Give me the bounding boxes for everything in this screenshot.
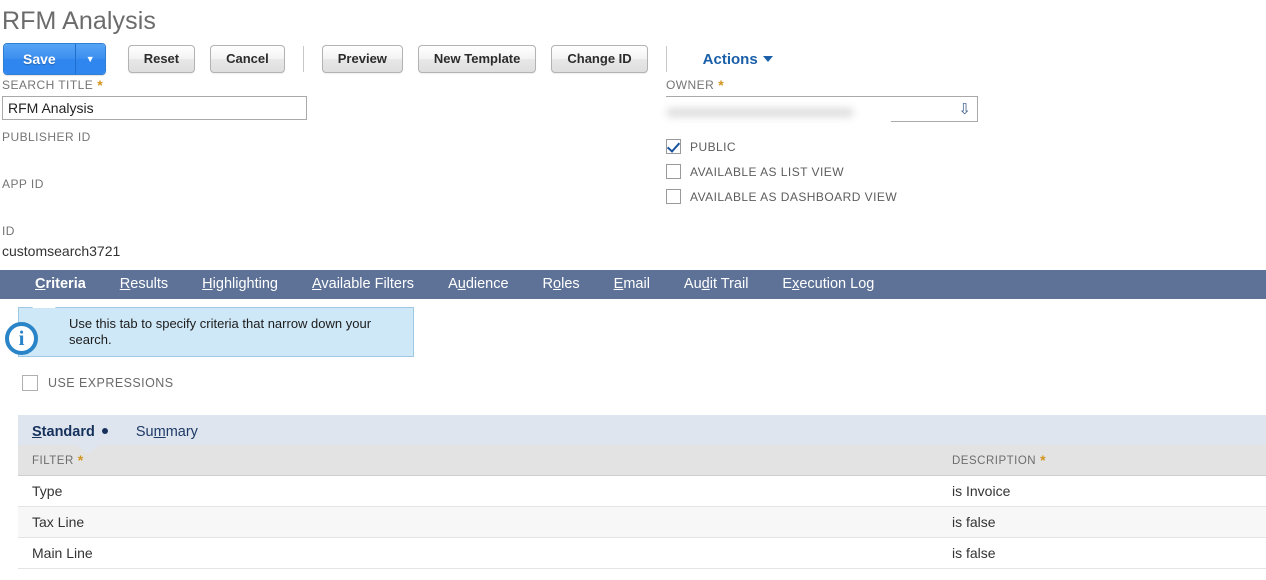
criteria-filters-table: FILTER * DESCRIPTION * Type is Invoice Tax… (18, 445, 1266, 569)
tab-results[interactable]: Results (103, 270, 185, 299)
tooltip-pointer (32, 299, 56, 308)
column-header-filter: FILTER * (18, 445, 938, 476)
table-row[interactable]: Tax Line is false (18, 506, 1266, 538)
info-icon: i (5, 322, 38, 355)
caret-down-icon: ▼ (85, 54, 95, 64)
subtab-summary[interactable]: Summary (122, 424, 212, 445)
available-as-list-view-label[interactable]: AVAILABLE AS LIST VIEW (690, 165, 844, 179)
field-owner: OWNER * ⇩ (655, 77, 1226, 127)
chevron-double-down-icon: ⇩ (958, 101, 971, 118)
search-title-input[interactable] (2, 96, 307, 120)
required-indicator: * (77, 452, 84, 468)
app-id-label: APP ID (2, 177, 44, 191)
change-id-button[interactable]: Change ID (551, 45, 648, 73)
field-id: ID customsearch3721 (2, 224, 642, 261)
required-indicator: * (1040, 452, 1047, 468)
actions-label: Actions (702, 50, 758, 68)
main-tab-bar: Criteria Results Highlighting Available … (0, 270, 1266, 299)
required-indicator: * (718, 77, 725, 93)
tooltip-text: Use this tab to specify criteria that na… (69, 316, 372, 347)
use-expressions-label[interactable]: USE EXPRESSIONS (48, 376, 174, 390)
table-header-row: FILTER * DESCRIPTION * (18, 445, 1266, 476)
field-search-title: SEARCH TITLE * (2, 77, 642, 120)
checkbox-row-available-as-dashboard-view[interactable]: AVAILABLE AS DASHBOARD VIEW (666, 184, 1226, 209)
field-publisher-id: PUBLISHER ID (2, 130, 642, 167)
column-header-description-text: DESCRIPTION (952, 455, 1037, 467)
form-area: SEARCH TITLE* PUBLISHER ID APP ID ID cus… (0, 77, 1266, 270)
save-dropdown-button[interactable]: ▼ (74, 44, 105, 74)
cell-description[interactable]: is false (938, 537, 1266, 569)
required-indicator: * (97, 77, 104, 93)
id-label: ID (2, 224, 15, 238)
available-as-dashboard-view-label[interactable]: AVAILABLE AS DASHBOARD VIEW (690, 190, 897, 204)
column-header-description: DESCRIPTION * (938, 445, 1266, 476)
tooltip-zone: i Use this tab to specify criteria that … (0, 299, 1266, 363)
cell-filter[interactable]: Type (18, 475, 938, 507)
owner-label: OWNER * (666, 77, 1226, 93)
use-expressions-checkbox[interactable] (22, 375, 38, 391)
save-split-button[interactable]: Save ▼ (3, 43, 106, 75)
id-value: customsearch3721 (2, 243, 121, 259)
tab-email[interactable]: Email (597, 270, 667, 299)
subtab-pointer (77, 445, 99, 454)
tab-available-filters[interactable]: Available Filters (295, 270, 431, 299)
form-column-right: OWNER * ⇩ PUBLIC AVAILABLE AS LIST VIEW A… (655, 77, 1226, 209)
owner-select[interactable]: ⇩ (666, 96, 978, 122)
toolbar-separator-1 (302, 46, 304, 72)
tab-highlighting[interactable]: Highlighting (185, 270, 295, 299)
column-header-filter-text: FILTER (32, 455, 74, 467)
available-as-dashboard-view-checkbox[interactable] (666, 189, 681, 204)
table-row[interactable]: Type is Invoice (18, 475, 1266, 507)
criteria-panel: Standard Summary FILTER * DESCRIPTION * Ty… (18, 415, 1266, 569)
form-column-left: SEARCH TITLE* PUBLISHER ID APP ID ID cus… (2, 77, 642, 271)
publisher-id-value (2, 147, 642, 167)
reset-button[interactable]: Reset (127, 45, 196, 73)
checkbox-row-public[interactable]: PUBLIC (666, 134, 1226, 159)
checkbox-row-available-as-list-view[interactable]: AVAILABLE AS LIST VIEW (666, 159, 1226, 184)
tab-execution-log[interactable]: Execution Log (765, 270, 891, 299)
preview-button[interactable]: Preview (321, 45, 403, 73)
cell-description[interactable]: is Invoice (938, 475, 1266, 507)
criteria-sub-tab-bar: Standard Summary (18, 415, 1266, 454)
tab-criteria[interactable]: Criteria (18, 270, 103, 299)
cell-filter[interactable]: Main Line (18, 537, 938, 569)
save-button[interactable]: Save (4, 44, 75, 74)
cell-description[interactable]: is false (938, 506, 1266, 538)
publisher-id-label: PUBLISHER ID (2, 130, 91, 144)
page-title: RFM Analysis (2, 7, 157, 35)
visibility-checkbox-group: PUBLIC AVAILABLE AS LIST VIEW AVAILABLE … (666, 134, 1226, 209)
caret-down-icon (762, 55, 773, 62)
actions-menu-link[interactable]: Actions (703, 51, 773, 68)
criteria-help-tooltip: i Use this tab to specify criteria that … (5, 307, 414, 357)
standard-active-dot-icon (101, 428, 108, 434)
toolbar: Save ▼ Reset Cancel Preview New Template… (0, 38, 1266, 77)
search-title-label-text: SEARCH TITLE (2, 78, 94, 92)
toolbar-separator-2 (665, 46, 667, 72)
owner-select-wrapper: ⇩ (655, 96, 978, 127)
app-id-value (2, 194, 642, 214)
search-title-label: SEARCH TITLE * (2, 77, 642, 93)
use-expressions-row[interactable]: USE EXPRESSIONS (0, 363, 1266, 393)
tab-audience[interactable]: Audience (431, 270, 525, 299)
cancel-button[interactable]: Cancel (210, 45, 285, 73)
public-checkbox[interactable] (666, 139, 681, 154)
field-app-id: APP ID (2, 177, 642, 214)
tab-audit-trail[interactable]: Audit Trail (667, 270, 766, 299)
new-template-button[interactable]: New Template (417, 45, 537, 73)
public-checkbox-label[interactable]: PUBLIC (690, 140, 736, 154)
available-as-list-view-checkbox[interactable] (666, 164, 681, 179)
table-row[interactable]: Main Line is false (18, 537, 1266, 569)
subtab-standard[interactable]: Standard (18, 424, 122, 445)
owner-label-text: OWNER (666, 78, 715, 92)
cell-filter[interactable]: Tax Line (18, 506, 938, 538)
tab-roles[interactable]: Roles (526, 270, 597, 299)
